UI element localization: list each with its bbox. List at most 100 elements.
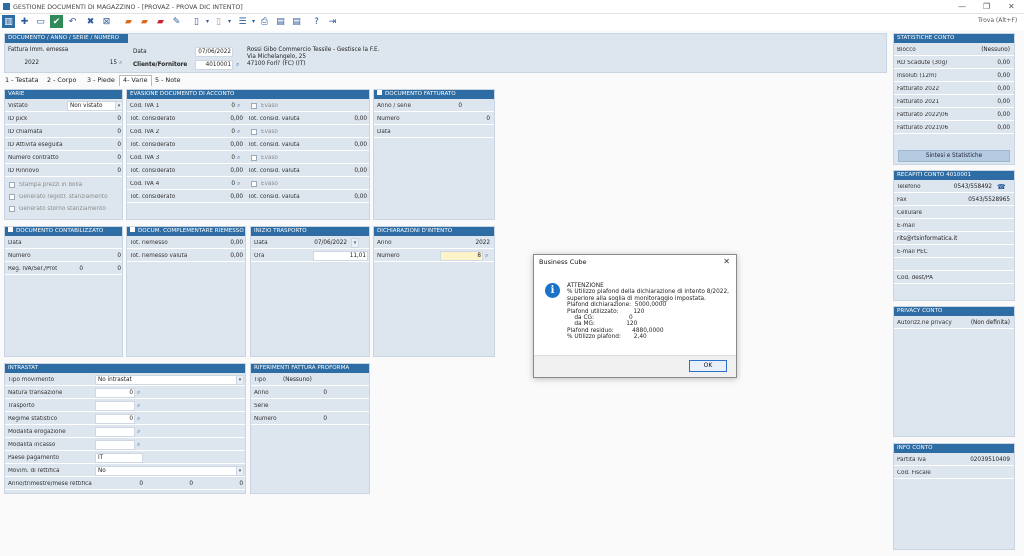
- pdf-icon[interactable]: ▤: [274, 15, 287, 28]
- close-window-button[interactable]: ✕: [1008, 2, 1015, 11]
- search-box[interactable]: Trova (Alt+F): [978, 17, 1017, 24]
- search-icon[interactable]: ⌕: [137, 415, 140, 423]
- document-header-title: DOCUMENTO / ANNO / SERIE / NUMERO: [5, 34, 128, 43]
- info-icon: i: [545, 283, 560, 298]
- customer-city: 47100 Forli' (FC) (IT): [247, 61, 306, 67]
- search-icon[interactable]: ⌕: [137, 389, 140, 397]
- panel-icon[interactable]: ▥: [2, 15, 15, 28]
- chevron-down-icon[interactable]: ▾: [236, 375, 244, 385]
- restore-button[interactable]: ❐: [983, 2, 990, 11]
- minimize-button[interactable]: —: [958, 2, 966, 11]
- tab-piede[interactable]: 3 - Piede: [87, 76, 115, 84]
- varie-title: VARIE: [5, 90, 122, 99]
- complementare-checkbox[interactable]: [130, 227, 135, 232]
- evaso-checkbox-4[interactable]: [251, 181, 257, 187]
- varie-panel: VARIE Vistato Non vistato ▾ ID pick 0 ID ch…: [4, 89, 123, 220]
- search-icon[interactable]: ⌕: [137, 428, 140, 436]
- search-icon[interactable]: ⌕: [237, 180, 240, 188]
- app-icon: [3, 3, 10, 10]
- number-search-icon[interactable]: ⌕: [119, 59, 122, 67]
- undo-icon[interactable]: ↶: [66, 15, 79, 28]
- info-title: INFO CONTO: [894, 444, 1014, 453]
- evaso-checkbox-2[interactable]: [251, 129, 257, 135]
- search-icon[interactable]: ⌕: [137, 402, 140, 410]
- privacy-title: PRIVACY CONTO: [894, 307, 1014, 316]
- intrastat-panel: INTRASTAT Tipo movimento No intrastat ▾ Na…: [4, 363, 246, 494]
- date-label: Data: [133, 49, 147, 55]
- chevron-down-icon[interactable]: ▾: [115, 101, 122, 111]
- edit-icon[interactable]: ✎: [170, 15, 183, 28]
- dichiarazioni-title: DICHIARAZIONI D'INTENTO: [374, 227, 494, 236]
- window-title: GESTIONE DOCUMENTI DI MAGAZZINO - [PROVA…: [13, 4, 243, 11]
- contabilizzato-title: DOCUMENTO CONTABILIZZATO: [16, 228, 104, 234]
- proforma-title: RIFERIMENTI FATTURA PROFORMA: [251, 364, 369, 373]
- customer-label: Cliente/Fornitore: [133, 62, 188, 68]
- stampa-prezzi-checkbox[interactable]: [9, 182, 15, 188]
- doc-number[interactable]: 15: [85, 60, 117, 66]
- title-bar: GESTIONE DOCUMENTI DI MAGAZZINO - [PROVA…: [0, 0, 1024, 14]
- folder-icon[interactable]: ▰: [122, 15, 135, 28]
- delete-icon[interactable]: ✖: [84, 15, 97, 28]
- alert-dialog: Business Cube ✕ i ATTENZIONE % Utilizzo …: [533, 254, 737, 378]
- sintesi-statistiche-button[interactable]: Sintesi e Statistiche: [898, 150, 1010, 162]
- chevron-down2-icon[interactable]: ▾: [223, 15, 236, 28]
- dialog-message: ATTENZIONE % Utilizzo plafond della dich…: [567, 283, 730, 341]
- date-value: 07/06/2022: [198, 49, 231, 55]
- clear-icon[interactable]: ⊠: [100, 15, 113, 28]
- folder2-icon[interactable]: ▰: [138, 15, 151, 28]
- chevron-down-icon[interactable]: ▾: [236, 466, 244, 476]
- storno-checkbox[interactable]: [9, 206, 15, 212]
- print-icon[interactable]: ⎙: [258, 15, 271, 28]
- fatturato-checkbox[interactable]: [377, 90, 382, 95]
- statistiche-panel: STATISTICHE CONTO Blocco (Nessuno) RD Sca…: [893, 33, 1015, 165]
- customer-search-icon[interactable]: ⌕: [236, 61, 239, 69]
- incasso-field[interactable]: [95, 440, 135, 450]
- erogazione-field[interactable]: [95, 427, 135, 437]
- folder3-icon[interactable]: ▰: [154, 15, 167, 28]
- new-icon[interactable]: ✚: [18, 15, 31, 28]
- stanziamento-checkbox[interactable]: [9, 194, 15, 200]
- evaso-checkbox-1[interactable]: [251, 103, 257, 109]
- export-icon[interactable]: ▤: [290, 15, 303, 28]
- tab-testata[interactable]: 1 - Testata: [5, 76, 38, 84]
- statistiche-title: STATISTICHE CONTO: [894, 34, 1014, 43]
- search-icon[interactable]: ⌕: [137, 441, 140, 449]
- dichiarazioni-panel: DICHIARAZIONI D'INTENTO Anno 2022 Numero 8…: [373, 226, 495, 357]
- evasione-panel: EVASIONE DOCUMENTO DI ACCONTO Cod. IVA 1…: [126, 89, 370, 220]
- privacy-panel: PRIVACY CONTO Autorizz.ne privacy (Non de…: [893, 306, 1015, 437]
- phone-icon[interactable]: ☎: [997, 183, 1006, 191]
- toolbar: ▥ ✚ ▭ ✔ ↶ ✖ ⊠ ▰ ▰ ▰ ✎ ▯ ▾ ▯ ▾ ☰ ▾ ⎙ ▤ ▤ …: [0, 14, 1024, 30]
- customer-code: 4010001: [205, 62, 231, 68]
- exit-icon[interactable]: ⇥: [326, 15, 339, 28]
- fatturato-title: DOCUMENTO FATTURATO: [374, 90, 494, 99]
- tab-corpo[interactable]: 2 - Corpo: [47, 76, 76, 84]
- close-icon[interactable]: ✕: [723, 257, 730, 266]
- document-header-panel: DOCUMENTO / ANNO / SERIE / NUMERO Fattur…: [4, 33, 887, 73]
- complementare-panel: DOCUM. COMPLEMENTARE RIEMESSO Tot. rieme…: [126, 226, 246, 357]
- doc-type[interactable]: Fattura Imm. emessa: [8, 47, 68, 53]
- trasporto-field[interactable]: [95, 401, 135, 411]
- tab-varie[interactable]: 4- Varie: [119, 75, 152, 86]
- search-icon[interactable]: ⌕: [237, 128, 240, 136]
- recapiti-title: RECAPITI CONTO 4010001: [894, 171, 1014, 180]
- help-icon[interactable]: ?: [310, 15, 323, 28]
- open-icon[interactable]: ▭: [34, 15, 47, 28]
- intrastat-title: INTRASTAT: [5, 364, 245, 373]
- search-icon[interactable]: ⌕: [237, 154, 240, 162]
- contabilizzato-checkbox[interactable]: [8, 227, 13, 232]
- ok-button[interactable]: OK: [689, 360, 727, 372]
- complementare-title: DOCUM. COMPLEMENTARE RIEMESSO: [138, 228, 244, 234]
- customer-address: Via Michelangelo, 25: [247, 54, 307, 60]
- search-icon[interactable]: ⌕: [237, 102, 240, 110]
- rettifica-select[interactable]: [95, 466, 243, 476]
- info-conto-panel: INFO CONTO Partita Iva 02039510409 Cod. F…: [893, 443, 1015, 550]
- evaso-checkbox-3[interactable]: [251, 155, 257, 161]
- calendar-dropdown-icon[interactable]: ▾: [351, 238, 359, 248]
- doc-year[interactable]: 2022: [15, 60, 39, 66]
- tab-note[interactable]: 5 - Note: [155, 76, 181, 84]
- fatturato-panel: DOCUMENTO FATTURATO Anno / serie 0 Numero…: [373, 89, 495, 220]
- search-icon[interactable]: ⌕: [485, 252, 488, 260]
- save-icon[interactable]: ✔: [50, 15, 63, 28]
- contabilizzato-panel: DOCUMENTO CONTABILIZZATO Data Numero 0 Re…: [4, 226, 123, 357]
- trasporto-title: INIZIO TRASPORTO: [251, 227, 369, 236]
